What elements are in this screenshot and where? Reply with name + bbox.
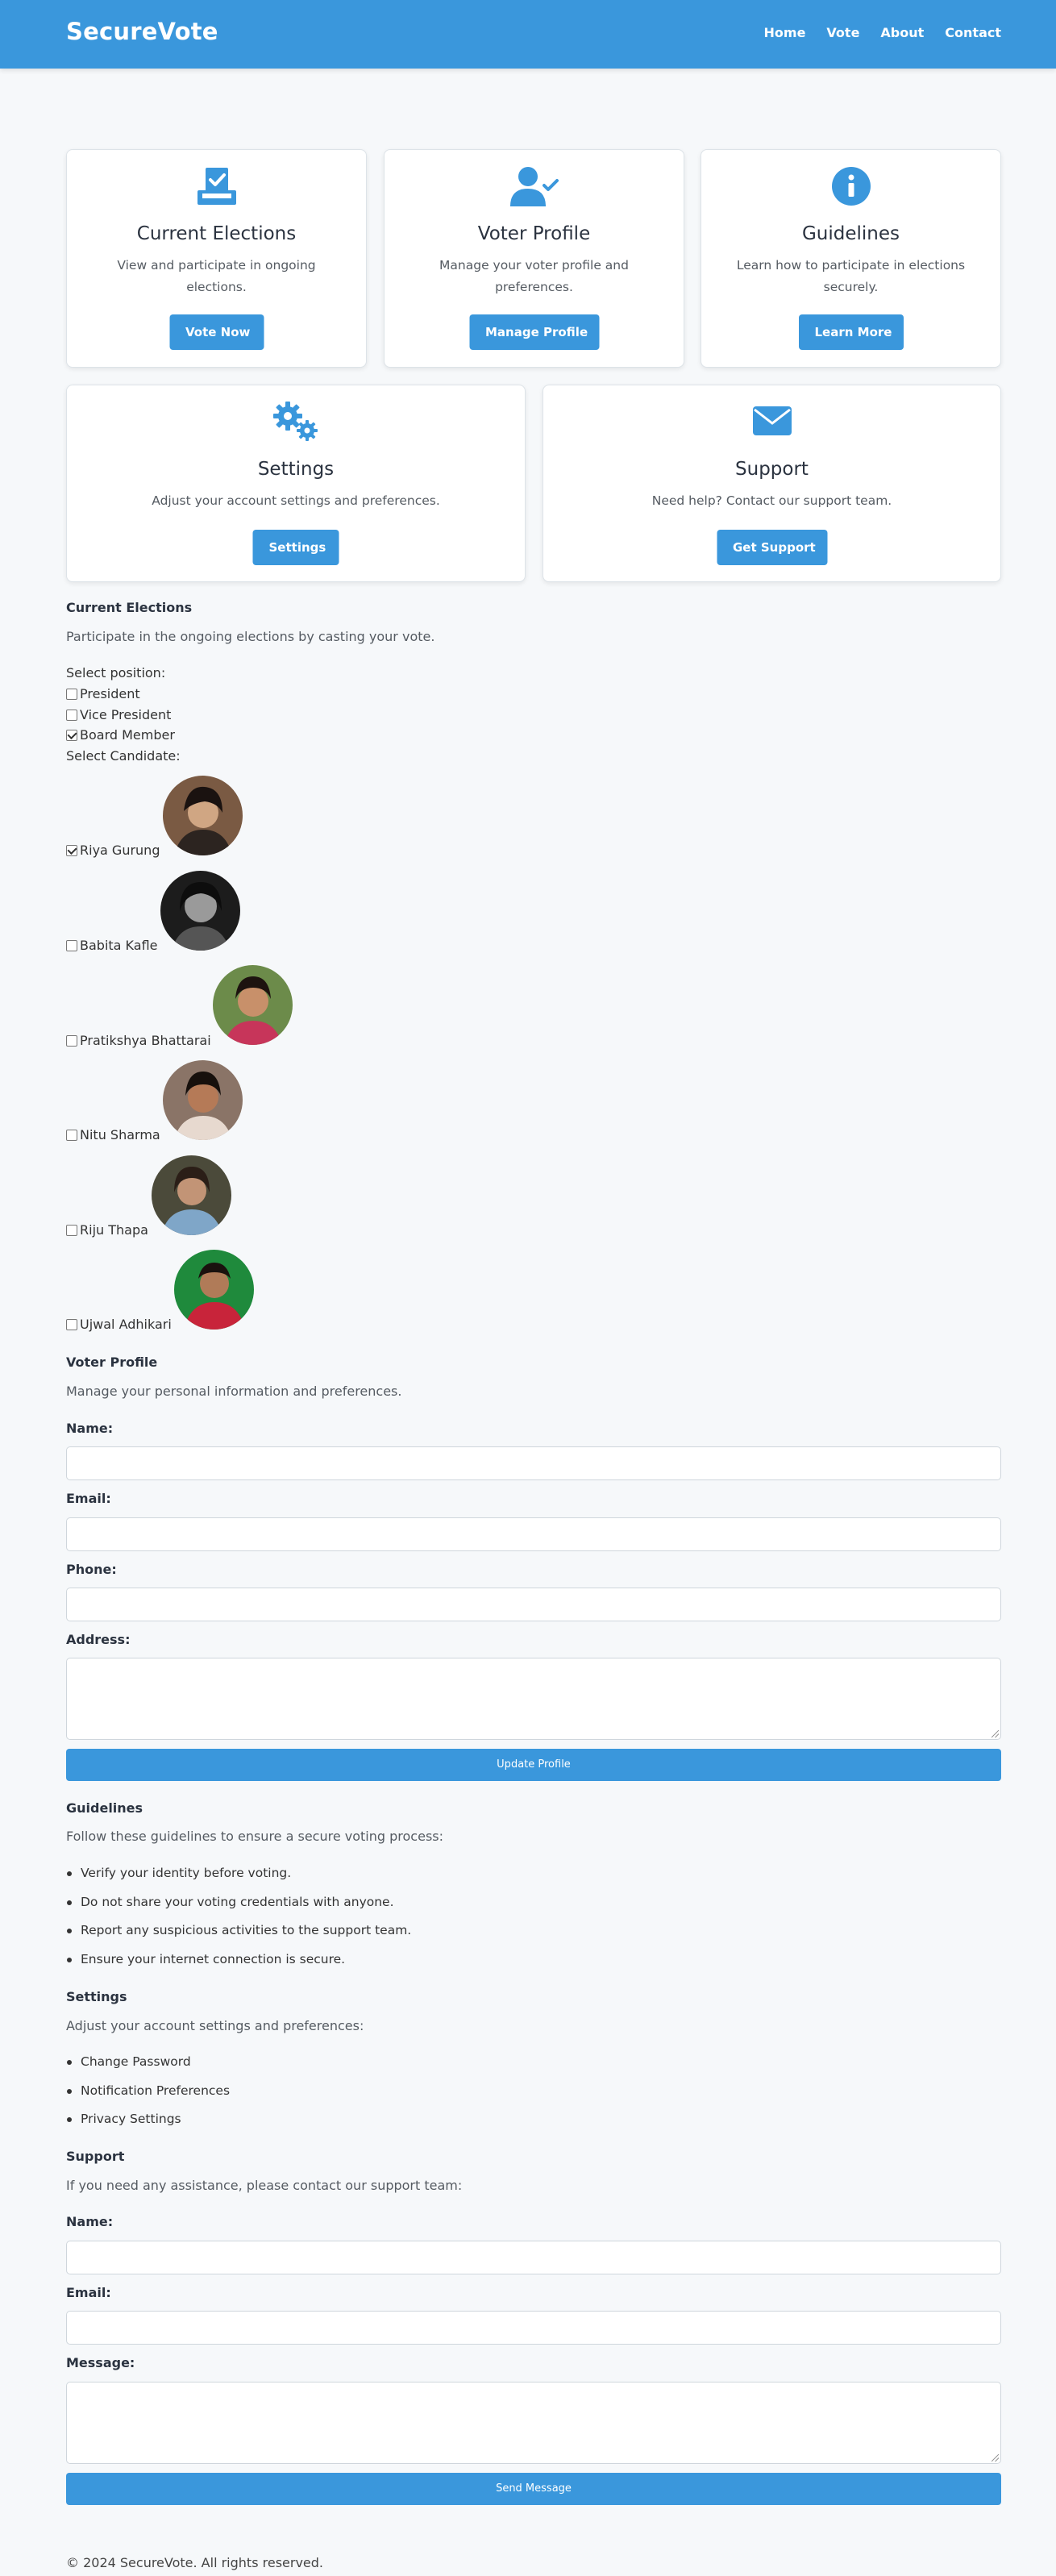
ballot-box-check-icon [194, 166, 239, 211]
candidate-photo [163, 776, 243, 855]
guidelines-desc: Follow these guidelines to ensure a secu… [66, 1829, 443, 1844]
list-item[interactable]: Privacy Settings [66, 2112, 230, 2141]
nav-contact-link[interactable]: Contact [945, 25, 1001, 40]
elections-desc: Participate in the ongoing elections by … [66, 629, 435, 644]
list-item: Ensure your internet connection is secur… [66, 1952, 411, 1981]
card-desc: View and participate in ongoing election… [117, 258, 316, 294]
support-desc: If you need any assistance, please conta… [66, 2178, 463, 2193]
support-email-input[interactable] [66, 2311, 1001, 2345]
card-current-elections: Current Elections View and participate i… [66, 149, 367, 368]
support-email-label: Email: [66, 2285, 111, 2300]
candidate-photo [152, 1155, 231, 1235]
gears-icon [270, 400, 322, 447]
envelope-icon [751, 403, 793, 440]
nav-vote-link[interactable]: Vote [826, 25, 859, 40]
candidate-option-babita-kafle[interactable]: Babita Kafle [66, 938, 157, 953]
card-desc: Manage your voter profile and preference… [439, 258, 629, 294]
profile-email-label: Email: [66, 1491, 111, 1506]
profile-name-input[interactable] [66, 1446, 1001, 1480]
footer-copyright: © 2024 SecureVote. All rights reserved. [66, 2555, 323, 2570]
checkbox[interactable] [66, 1318, 77, 1330]
candidate-photo [174, 1250, 254, 1330]
card-title: Support [735, 459, 809, 480]
nav-about-link[interactable]: About [880, 25, 924, 40]
profile-heading: Voter Profile [66, 1355, 158, 1370]
card-desc: Need help? Contact our support team. [651, 493, 892, 508]
learn-more-button[interactable]: Learn More [798, 314, 904, 350]
checkbox[interactable] [66, 1129, 77, 1141]
send-message-button[interactable]: Send Message [66, 2473, 1001, 2505]
checkbox[interactable] [66, 1034, 77, 1047]
support-message-label: Message: [66, 2355, 135, 2370]
list-item: Report any suspicious activities to the … [66, 1923, 411, 1952]
candidate-option-ujwal-adhikari[interactable]: Ujwal Adhikari [66, 1317, 172, 1332]
checkbox[interactable] [66, 709, 77, 721]
card-desc: Learn how to participate in elections se… [736, 258, 966, 294]
list-item: Do not share your voting credentials wit… [66, 1895, 411, 1924]
list-item[interactable]: Notification Preferences [66, 2083, 230, 2112]
update-profile-button[interactable]: Update Profile [66, 1749, 1001, 1781]
guidelines-list: Verify your identity before voting. Do n… [66, 1866, 411, 1980]
guidelines-heading: Guidelines [66, 1800, 143, 1816]
candidate-option-riya-gurung[interactable]: Riya Gurung [66, 843, 160, 858]
profile-desc: Manage your personal information and pre… [66, 1384, 402, 1399]
card-title: Voter Profile [477, 223, 591, 244]
profile-address-label: Address: [66, 1632, 131, 1647]
support-heading: Support [66, 2149, 125, 2164]
nav-home-link[interactable]: Home [764, 25, 806, 40]
candidate-option-riju-thapa[interactable]: Riju Thapa [66, 1222, 148, 1238]
settings-button[interactable]: Settings [252, 530, 339, 565]
profile-phone-label: Phone: [66, 1562, 117, 1577]
checkbox-checked[interactable] [66, 729, 77, 741]
candidate-photo [160, 871, 240, 951]
position-option-vice-president[interactable]: Vice President [66, 707, 171, 722]
checkbox[interactable] [66, 688, 77, 700]
list-item: Verify your identity before voting. [66, 1866, 411, 1895]
candidate-option-nitu-sharma[interactable]: Nitu Sharma [66, 1127, 160, 1142]
candidate-option-pratikshya-bhattarai[interactable]: Pratikshya Bhattarai [66, 1033, 211, 1048]
info-circle-icon [831, 166, 871, 210]
elections-heading: Current Elections [66, 600, 193, 615]
profile-phone-input[interactable] [66, 1588, 1001, 1621]
card-title: Current Elections [136, 223, 297, 244]
checkbox-checked[interactable] [66, 844, 77, 856]
position-option-board-member[interactable]: Board Member [66, 727, 175, 743]
profile-email-input[interactable] [66, 1517, 1001, 1551]
position-label: Select position: [66, 665, 166, 680]
support-message-textarea[interactable] [66, 2382, 1001, 2464]
resize-handle-icon[interactable] [992, 1730, 999, 1737]
card-settings: Settings Adjust your account settings an… [66, 385, 526, 582]
vote-now-button[interactable]: Vote Now [169, 314, 264, 350]
checkbox[interactable] [66, 939, 77, 951]
profile-name-label: Name: [66, 1421, 114, 1436]
candidate-photo [213, 965, 293, 1045]
site-header: SecureVote Home Vote About Contact [0, 0, 1056, 69]
candidate-photo [163, 1060, 243, 1140]
card-guidelines: Guidelines Learn how to participate in e… [701, 149, 1001, 368]
card-title: Settings [257, 459, 335, 480]
list-item[interactable]: Change Password [66, 2054, 230, 2083]
card-voter-profile: Voter Profile Manage your voter profile … [384, 149, 684, 368]
get-support-button[interactable]: Get Support [717, 530, 827, 565]
main-nav: Home Vote About Contact [764, 25, 1001, 40]
settings-heading: Settings [66, 1989, 127, 2004]
card-desc: Adjust your account settings and prefere… [152, 493, 440, 508]
settings-list: Change Password Notification Preferences… [66, 2054, 230, 2141]
card-support: Support Need help? Contact our support t… [543, 385, 1001, 582]
support-name-input[interactable] [66, 2241, 1001, 2274]
manage-profile-button[interactable]: Manage Profile [469, 314, 599, 350]
resize-handle-icon[interactable] [992, 2454, 999, 2462]
support-name-label: Name: [66, 2214, 114, 2229]
checkbox[interactable] [66, 1224, 77, 1236]
candidate-label: Select Candidate: [66, 748, 181, 764]
settings-desc: Adjust your account settings and prefere… [66, 2018, 364, 2033]
user-check-icon [509, 166, 560, 211]
card-title: Guidelines [801, 223, 900, 244]
profile-address-textarea[interactable] [66, 1658, 1001, 1740]
position-option-president[interactable]: President [66, 686, 140, 701]
brand-logo[interactable]: SecureVote [66, 18, 218, 45]
